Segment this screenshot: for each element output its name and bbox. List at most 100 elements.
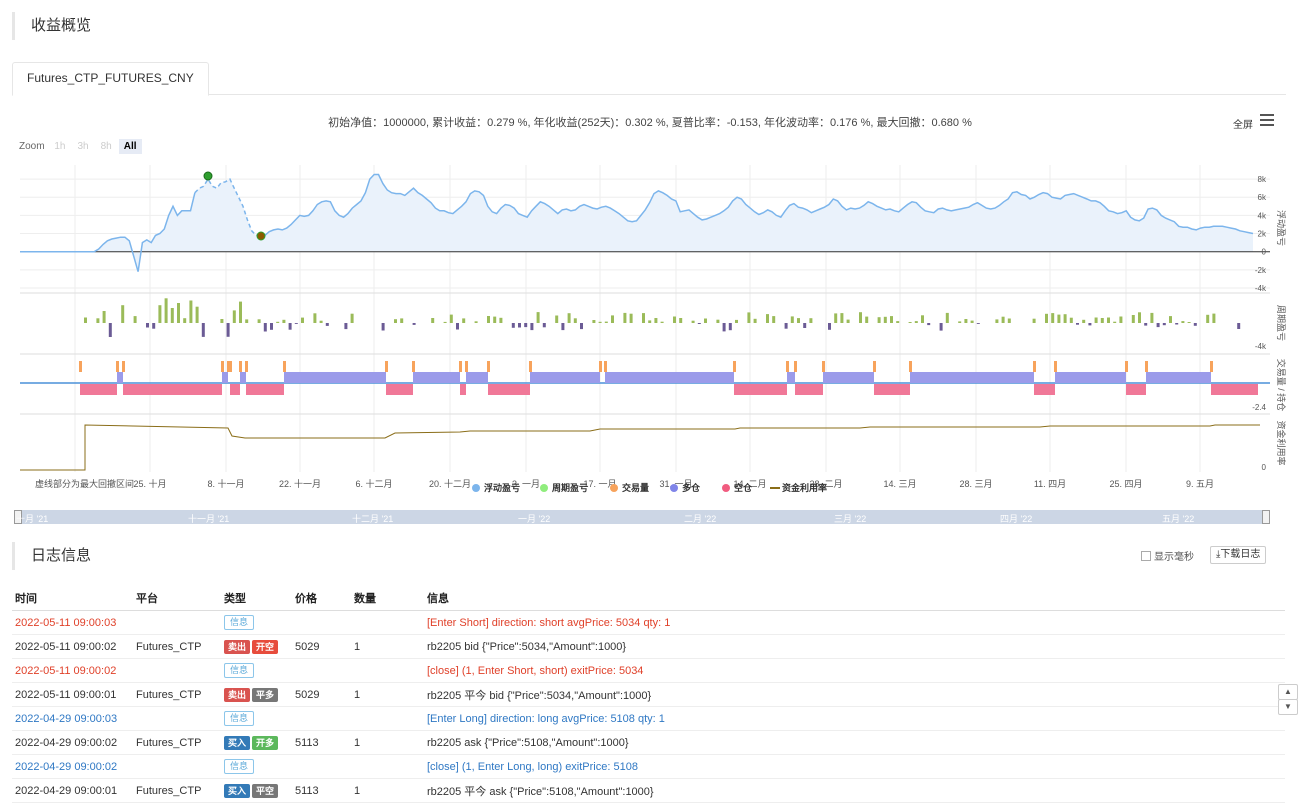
period-pnl-bar: [921, 315, 924, 323]
log-platform: [133, 610, 221, 635]
period-pnl-bar: [828, 323, 831, 330]
volume-bar: [599, 361, 602, 372]
log-qty: 1: [351, 730, 424, 755]
long-position-bar: [284, 372, 386, 383]
log-qty: 1: [351, 778, 424, 803]
y-tick-label: 0: [1262, 248, 1267, 257]
x-tick-label: 11. 四月: [1034, 479, 1066, 489]
log-row: 2022-05-11 09:00:02 信息 [close] (1, Enter S…: [12, 658, 1285, 683]
download-log-button[interactable]: ⤓下载日志: [1210, 546, 1267, 564]
period-pnl-bar: [890, 316, 893, 323]
log-platform: [133, 706, 221, 731]
period-pnl-bar: [524, 323, 528, 328]
period-pnl-bar: [220, 319, 224, 323]
chart-navigator[interactable]: 十月 '21 十一月 '21 十二月 '21 一月 '22 二月 '22 三月 …: [14, 510, 1270, 524]
short-position-bar: [123, 384, 222, 395]
period-pnl-bar: [958, 321, 962, 323]
period-pnl-bar: [573, 318, 577, 323]
period-pnl-bar: [1150, 312, 1154, 323]
log-time: 2022-04-29 09:00:03: [12, 706, 133, 731]
period-pnl-bar: [1045, 313, 1048, 323]
period-pnl-bar: [456, 323, 459, 330]
period-pnl-bar: [772, 316, 776, 323]
period-pnl-bar: [970, 320, 974, 323]
period-pnl-bar: [995, 319, 999, 323]
period-pnl-bar: [753, 318, 757, 323]
period-pnl-bar: [276, 321, 280, 323]
period-pnl-bar: [1051, 313, 1055, 323]
navigator-right-handle[interactable]: [1262, 510, 1270, 524]
type-badge: 卖出: [224, 687, 251, 702]
log-time: 2022-05-11 09:00:02: [12, 658, 133, 683]
period-pnl-bar: [1156, 323, 1160, 328]
scroll-down-button[interactable]: ▼: [1278, 699, 1298, 715]
period-pnl-bar: [319, 320, 323, 323]
volume-bar: [822, 361, 825, 372]
period-pnl-bar: [263, 323, 267, 332]
legend-marker: [670, 484, 678, 492]
volume-bar: [487, 361, 490, 372]
period-pnl-bar: [1206, 314, 1210, 323]
show-ms-option[interactable]: 显示毫秒: [1141, 548, 1194, 563]
period-pnl-bar: [431, 318, 435, 323]
download-label: 下载日志: [1220, 549, 1261, 560]
floating-pnl-panel: [20, 171, 1270, 272]
period-pnl-bar: [1076, 323, 1079, 325]
period-pnl-bar: [449, 314, 453, 323]
type-badge: 信息: [224, 759, 255, 774]
period-pnl-bar: [642, 313, 645, 323]
period-pnl-bar: [177, 303, 180, 323]
legend-item: 浮动盈亏: [484, 482, 520, 493]
capital-utilization-panel: [20, 424, 1260, 471]
period-pnl-bar: [598, 321, 602, 323]
volume-bar: [1210, 361, 1213, 372]
log-qty: 1: [351, 682, 424, 707]
period-pnl-bar: [908, 322, 912, 323]
log-qty: [351, 658, 424, 683]
legend-item: 空仓: [734, 482, 753, 493]
period-pnl-bar: [766, 314, 769, 323]
short-position-bar: [874, 384, 910, 395]
volume-bar: [873, 361, 876, 372]
y-axis-labels: 8k 6k 4k 2k 0 -2k -4k -4k -2.4 0 浮动盈亏周期盈亏交易量 / 持仓资…: [1252, 175, 1287, 472]
long-position-bar: [787, 372, 795, 383]
log-type: 信息: [221, 610, 292, 635]
scroll-up-button[interactable]: ▲: [1278, 684, 1298, 700]
min-point-marker: [256, 231, 266, 241]
navigator-label: 十二月 '21: [352, 514, 394, 524]
log-qty: [351, 706, 424, 731]
period-pnl-bar: [840, 313, 844, 323]
legend-item: 资金利用率: [782, 482, 827, 493]
log-price: [292, 610, 351, 635]
period-pnl-bar: [797, 318, 800, 323]
equity-chart[interactable]: 25. 十月 8. 十一月 22. 十一月 6. 十二月 20. 十二月 3. 一月 17.…: [0, 0, 1300, 530]
show-ms-checkbox[interactable]: [1141, 551, 1151, 561]
period-pnl-bar: [1237, 323, 1241, 329]
period-pnl-bar: [443, 321, 447, 323]
period-pnl-bar: [1082, 319, 1086, 323]
period-pnl-bar: [108, 323, 112, 337]
long-position-bar: [466, 372, 488, 383]
period-pnl-bar: [1113, 321, 1117, 323]
navigator-label: 四月 '22: [1000, 514, 1033, 524]
log-price: 5029: [292, 682, 351, 707]
period-pnl-bar: [803, 323, 807, 328]
log-type: 买入 开多: [221, 730, 292, 755]
long-position-bar: [240, 372, 246, 383]
period-pnl-bar: [976, 323, 980, 324]
period-pnl-bar: [604, 321, 608, 323]
log-platform: Futures_CTP: [133, 730, 221, 755]
log-price: 5113: [292, 778, 351, 803]
log-time: 2022-04-29 09:00:01: [12, 778, 133, 803]
period-pnl-bar: [1131, 315, 1135, 323]
volume-bar: [1145, 361, 1148, 372]
short-position-bar: [80, 384, 117, 395]
y-tick-label: -4k: [1255, 342, 1267, 351]
navigator-label: 五月 '22: [1162, 514, 1195, 524]
long-position-bar: [605, 372, 734, 383]
period-pnl-bar: [84, 317, 87, 323]
volume-bar: [604, 361, 607, 372]
period-pnl-bar: [158, 305, 162, 323]
period-pnl-bar: [536, 312, 540, 323]
period-pnl-bar: [679, 318, 683, 323]
